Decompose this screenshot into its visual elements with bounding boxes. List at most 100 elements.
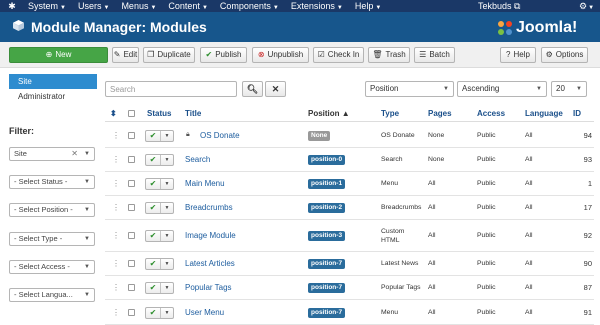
published-check-icon[interactable]: ✔ — [146, 231, 161, 241]
header-language[interactable]: Language — [525, 109, 563, 118]
drag-handle-icon[interactable]: ⋮ — [112, 259, 120, 268]
caret-down-icon[interactable]: ▼ — [161, 179, 173, 189]
ordering-sort-icon[interactable]: ⬍ — [110, 109, 117, 118]
module-title-link[interactable]: Search — [185, 155, 210, 164]
clear-icon[interactable]: ✕ — [71, 148, 78, 160]
trash-button[interactable]: 🗑 Trash — [368, 47, 410, 63]
publish-button[interactable]: ✔ Publish — [200, 47, 247, 63]
caret-down-icon[interactable]: ▼ — [161, 203, 173, 213]
menu-content[interactable]: Content ▼ — [168, 0, 207, 12]
published-check-icon[interactable]: ✔ — [146, 308, 161, 318]
caret-down-icon[interactable]: ▼ — [161, 155, 173, 165]
menu-help[interactable]: Help ▼ — [355, 0, 381, 12]
options-button[interactable]: ⚙ Options — [541, 47, 588, 63]
sidebar-item-administrator[interactable]: Administrator — [9, 89, 97, 104]
help-button[interactable]: ? Help — [500, 47, 536, 63]
edit-button[interactable]: ✎ Edit — [112, 47, 139, 63]
status-toggle[interactable]: ✔ ▼ — [145, 130, 174, 142]
joomla-logo-icon[interactable]: ✱ — [7, 1, 17, 11]
row-checkbox[interactable] — [128, 232, 135, 239]
sidebar-item-site[interactable]: Site — [9, 74, 97, 89]
row-checkbox[interactable] — [128, 180, 135, 187]
published-check-icon[interactable]: ✔ — [146, 283, 161, 293]
published-check-icon[interactable]: ✔ — [146, 179, 161, 189]
row-checkbox[interactable] — [128, 260, 135, 267]
caret-down-icon[interactable]: ▼ — [161, 231, 173, 241]
row-checkbox[interactable] — [128, 132, 135, 139]
header-title[interactable]: Title — [185, 109, 201, 118]
limit-select[interactable]: 20 ▼ — [551, 81, 587, 97]
site-link[interactable]: Tekbuds ⧉ — [478, 0, 520, 12]
status-toggle[interactable]: ✔ ▼ — [145, 258, 174, 270]
drag-handle-icon[interactable]: ⋮ — [112, 231, 120, 240]
lock-icon[interactable]: 🔒︎ — [186, 131, 190, 139]
header-position[interactable]: Position ▲ — [308, 109, 350, 118]
caret-down-icon[interactable]: ▼ — [161, 259, 173, 269]
checkin-button[interactable]: ☑ Check In — [313, 47, 364, 63]
module-title-link[interactable]: Breadcrumbs — [185, 203, 233, 212]
unpublish-button[interactable]: ⊗ Unpublish — [252, 47, 309, 63]
menu-extensions[interactable]: Extensions ▼ — [291, 0, 343, 12]
module-title-link[interactable]: OS Donate — [200, 131, 240, 140]
caret-down-icon: ▼ — [536, 86, 542, 92]
header-access[interactable]: Access — [477, 109, 505, 118]
position-filter-select[interactable]: - Select Position - ▼ — [9, 203, 95, 217]
status-toggle[interactable]: ✔ ▼ — [145, 282, 174, 294]
module-title-link[interactable]: Main Menu — [185, 179, 225, 188]
client-filter-select[interactable]: Site ✕ ▼ — [9, 147, 95, 161]
search-button[interactable]: 🔍︎ — [242, 81, 263, 97]
caret-down-icon[interactable]: ▼ — [161, 283, 173, 293]
site-name: Tekbuds — [478, 1, 512, 11]
menu-users[interactable]: Users ▼ — [78, 0, 109, 12]
module-title-link[interactable]: Latest Articles — [185, 259, 235, 268]
menu-menus[interactable]: Menus ▼ — [121, 0, 156, 12]
row-checkbox[interactable] — [128, 309, 135, 316]
row-checkbox[interactable] — [128, 284, 135, 291]
published-check-icon[interactable]: ✔ — [146, 203, 161, 213]
module-title-link[interactable]: Image Module — [185, 231, 236, 240]
drag-handle-icon[interactable]: ⋮ — [112, 203, 120, 212]
published-check-icon[interactable]: ✔ — [146, 155, 161, 165]
drag-handle-icon[interactable]: ⋮ — [112, 131, 120, 140]
published-check-icon[interactable]: ✔ — [146, 259, 161, 269]
drag-handle-icon[interactable]: ⋮ — [112, 308, 120, 317]
new-button[interactable]: ⊕ New — [9, 47, 108, 63]
toolbar: ⊕ New ✎ Edit ❐ Duplicate ✔ Publish ⊗ Unpublis… — [0, 42, 600, 68]
batch-button[interactable]: ☰ Batch — [414, 47, 455, 63]
module-title-link[interactable]: User Menu — [185, 308, 224, 317]
menu-components[interactable]: Components ▼ — [220, 0, 279, 12]
drag-handle-icon[interactable]: ⋮ — [112, 155, 120, 164]
status-toggle[interactable]: ✔ ▼ — [145, 230, 174, 242]
header-type[interactable]: Type — [381, 109, 399, 118]
module-type: Menu — [381, 180, 399, 187]
drag-handle-icon[interactable]: ⋮ — [112, 283, 120, 292]
duplicate-button[interactable]: ❐ Duplicate — [143, 47, 195, 63]
direction-select[interactable]: Ascending ▼ — [457, 81, 547, 97]
status-filter-select[interactable]: - Select Status - ▼ — [9, 175, 95, 189]
unpublish-label: Unpublish — [267, 50, 304, 59]
caret-down-icon[interactable]: ▼ — [161, 131, 173, 141]
status-toggle[interactable]: ✔ ▼ — [145, 202, 174, 214]
menu-system[interactable]: System ▼ — [28, 0, 66, 12]
caret-down-icon[interactable]: ▼ — [161, 308, 173, 318]
status-toggle[interactable]: ✔ ▼ — [145, 154, 174, 166]
drag-handle-icon[interactable]: ⋮ — [112, 179, 120, 188]
checkin-label: Check In — [327, 50, 360, 59]
menu-label: Content — [168, 1, 200, 11]
header-status[interactable]: Status — [147, 109, 171, 118]
header-pages[interactable]: Pages — [428, 109, 452, 118]
ordering-select[interactable]: Position ▼ — [365, 81, 454, 97]
language-filter-select[interactable]: - Select Langua... ▼ — [9, 288, 95, 302]
row-checkbox[interactable] — [128, 204, 135, 211]
type-filter-select[interactable]: - Select Type - ▼ — [9, 232, 95, 246]
clear-search-button[interactable]: ✕ — [265, 81, 286, 97]
published-check-icon[interactable]: ✔ — [146, 131, 161, 141]
row-checkbox[interactable] — [128, 156, 135, 163]
status-toggle[interactable]: ✔ ▼ — [145, 178, 174, 190]
header-id[interactable]: ID — [573, 109, 581, 118]
module-title-link[interactable]: Popular Tags — [185, 283, 232, 292]
select-all-checkbox[interactable] — [128, 110, 135, 117]
status-toggle[interactable]: ✔ ▼ — [145, 307, 174, 319]
search-input[interactable] — [105, 81, 237, 97]
access-filter-select[interactable]: - Select Access - ▼ — [9, 260, 95, 274]
